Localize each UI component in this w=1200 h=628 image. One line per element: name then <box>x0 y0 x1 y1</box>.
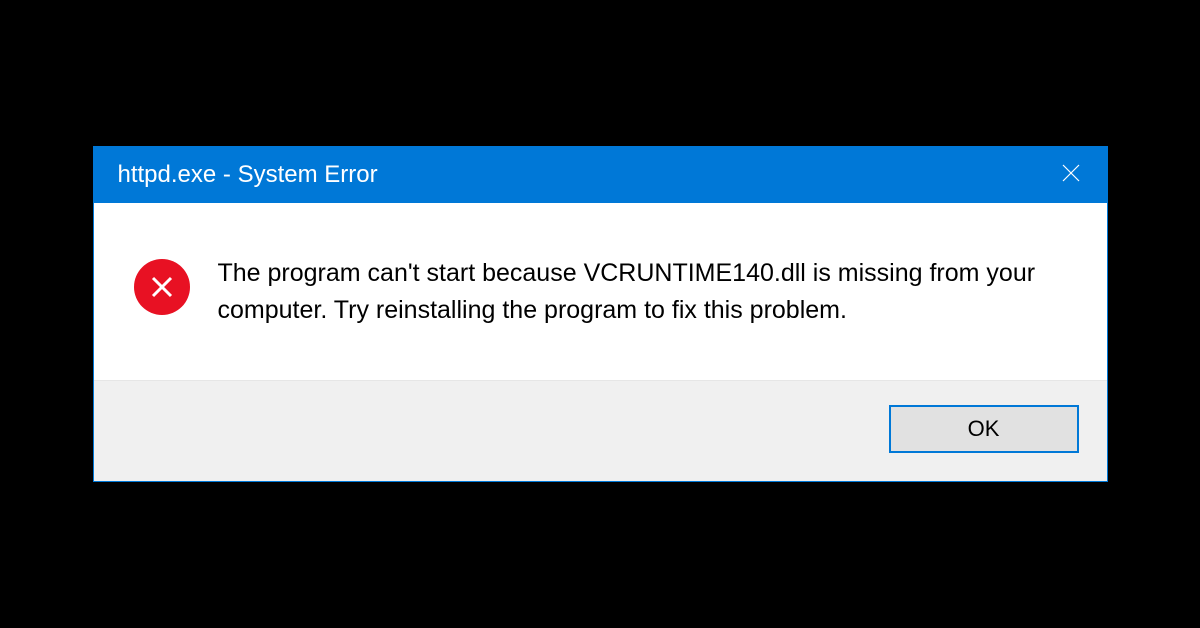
close-icon <box>1061 163 1081 188</box>
dialog-titlebar[interactable]: httpd.exe - System Error <box>94 147 1107 203</box>
dialog-button-row: OK <box>94 380 1107 481</box>
dialog-body: The program can't start because VCRUNTIM… <box>94 203 1107 380</box>
ok-button[interactable]: OK <box>889 405 1079 453</box>
close-button[interactable] <box>1035 147 1107 203</box>
system-error-dialog: httpd.exe - System Error The program can… <box>93 146 1108 482</box>
dialog-message: The program can't start because VCRUNTIM… <box>218 255 1047 328</box>
dialog-title: httpd.exe - System Error <box>118 161 378 189</box>
error-icon <box>134 259 190 315</box>
